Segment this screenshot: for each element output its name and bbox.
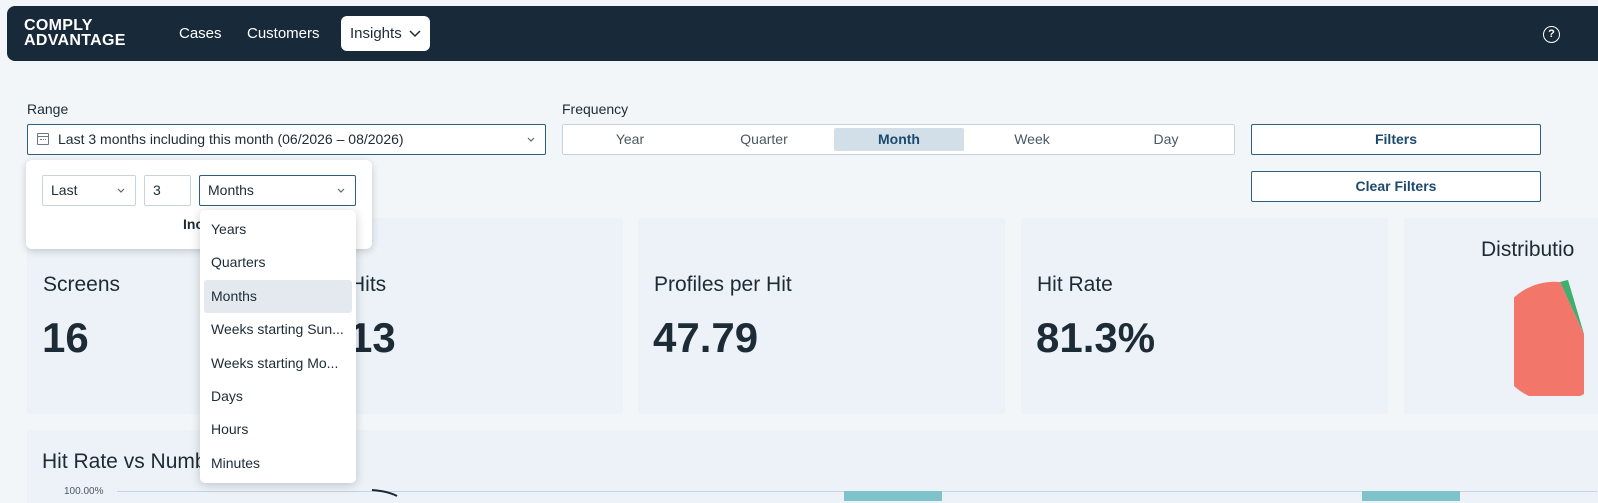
range-unit-select[interactable]: Months — [199, 175, 356, 206]
screens-card-value: 16 — [42, 314, 89, 361]
clear-filters-button[interactable]: Clear Filters — [1251, 171, 1541, 202]
logo-line-1: COMPLY — [24, 17, 93, 34]
chart-y-tick-top: 100.00% — [64, 486, 104, 497]
chevron-down-icon — [409, 16, 421, 64]
unit-option-minutes[interactable]: Minutes — [204, 447, 352, 480]
range-label: Range — [27, 101, 69, 117]
nav-item-insights-dropdown[interactable]: Insights — [341, 16, 430, 51]
help-icon[interactable]: ? — [1543, 26, 1560, 43]
calendar-icon — [37, 133, 49, 145]
chart-bar — [1362, 491, 1460, 501]
nav-insights-label: Insights — [350, 25, 402, 42]
unit-option-hours[interactable]: Hours — [204, 413, 352, 446]
frequency-option-day[interactable]: Day — [1101, 128, 1231, 151]
filters-button[interactable]: Filters — [1251, 124, 1541, 155]
profiles-per-hit-card: Profiles per Hit 47.79 — [638, 218, 1005, 414]
unit-option-weeks-sunday[interactable]: Weeks starting Sun... — [204, 313, 352, 346]
chevron-down-icon — [117, 176, 125, 217]
frequency-option-year[interactable]: Year — [565, 128, 695, 151]
nav-item-customers[interactable]: Customers — [247, 6, 320, 61]
chart-line-segment — [371, 489, 398, 497]
screens-card-title: Screens — [43, 273, 121, 296]
range-mode-select[interactable]: Last — [42, 175, 136, 206]
unit-option-days[interactable]: Days — [204, 380, 352, 413]
distribution-card: Distributio — [1404, 218, 1598, 414]
top-nav-bar: COMPLY ADVANTAGE Cases Customers Insight… — [7, 6, 1598, 61]
unit-option-quarters[interactable]: Quarters — [204, 246, 352, 279]
chart-bar — [844, 491, 942, 501]
profiles-per-hit-title: Profiles per Hit — [654, 273, 792, 296]
range-mode-value: Last — [51, 182, 78, 198]
unit-option-years[interactable]: Years — [204, 213, 352, 246]
frequency-option-month[interactable]: Month — [834, 128, 964, 151]
chart-title: Hit Rate vs Numb — [42, 450, 207, 473]
hits-card-value: 13 — [349, 314, 396, 361]
frequency-option-quarter[interactable]: Quarter — [699, 128, 829, 151]
range-value: Last 3 months including this month (06/2… — [58, 131, 404, 147]
chevron-down-icon — [527, 125, 535, 166]
hit-rate-value: 81.3% — [1036, 314, 1156, 361]
nav-item-cases[interactable]: Cases — [179, 6, 222, 61]
hit-rate-card: Hit Rate 81.3% — [1021, 218, 1388, 414]
profiles-per-hit-value: 47.79 — [653, 314, 759, 361]
insights-page: COMPLY ADVANTAGE Cases Customers Insight… — [0, 0, 1598, 503]
range-count-value: 3 — [153, 182, 161, 198]
brand-logo[interactable]: COMPLY ADVANTAGE — [24, 17, 126, 49]
range-count-input[interactable]: 3 — [144, 175, 191, 206]
logo-line-2: ADVANTAGE — [24, 32, 126, 49]
range-picker[interactable]: Last 3 months including this month (06/2… — [27, 124, 546, 155]
distribution-title: Distributio — [1481, 238, 1575, 261]
distribution-pie-chart — [1514, 280, 1584, 396]
frequency-segmented-control: Year Quarter Month Week Day — [562, 124, 1235, 155]
hit-rate-title: Hit Rate — [1037, 273, 1113, 296]
unit-option-weeks-monday[interactable]: Weeks starting Mo... — [204, 347, 352, 380]
range-unit-dropdown-menu: Years Quarters Months Weeks starting Sun… — [200, 210, 356, 483]
frequency-option-week[interactable]: Week — [967, 128, 1097, 151]
unit-option-months[interactable]: Months — [204, 279, 352, 314]
range-unit-value: Months — [208, 182, 254, 198]
frequency-label: Frequency — [562, 101, 629, 117]
